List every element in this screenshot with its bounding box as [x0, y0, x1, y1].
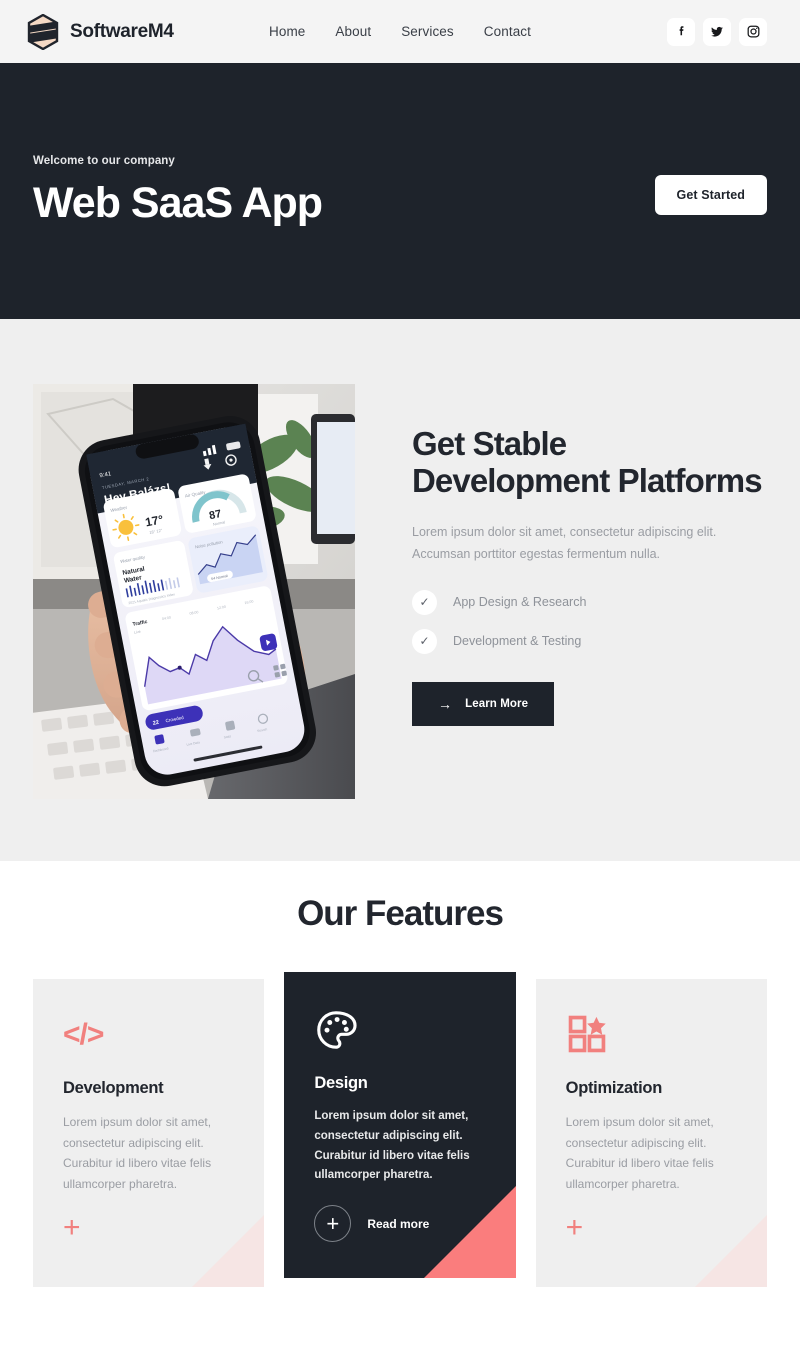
svg-text:87: 87 [208, 508, 222, 522]
about-photo: 9:41 TUESDAY, MARCH 2 Hey Balázs! Weathe… [33, 384, 355, 799]
nav-item-contact[interactable]: Contact [484, 24, 531, 39]
corner-decoration [694, 1215, 767, 1287]
checklist-item-label: Development & Testing [453, 634, 582, 649]
twitter-link[interactable] [703, 17, 731, 46]
facebook-link[interactable] [667, 17, 695, 46]
instagram-link[interactable] [739, 17, 767, 46]
check-icon: ✓ [412, 589, 437, 615]
corner-decoration [423, 1186, 516, 1278]
feature-card-title: Optimization [565, 1079, 663, 1097]
svg-text:22: 22 [152, 720, 159, 727]
feature-card-title: Design [314, 1074, 368, 1092]
instagram-icon [746, 24, 761, 39]
palette-icon [314, 1008, 485, 1052]
hero-copy: Welcome to our company Web SaaS App [33, 155, 655, 226]
checklist-item: ✓ App Design & Research [412, 589, 767, 615]
learn-more-label: Learn More [465, 697, 529, 710]
about-title: Get Stable Development Platforms [412, 425, 763, 499]
nav-item-home[interactable]: Home [269, 24, 305, 39]
features-title: Our Features [297, 894, 504, 933]
about-description: Lorem ipsum dolor sit amet, consectetur … [412, 524, 717, 561]
nav-item-about[interactable]: About [335, 24, 371, 39]
feature-card-text: Lorem ipsum dolor sit amet, consectetur … [565, 1115, 714, 1191]
social-links [667, 17, 767, 46]
plus-icon[interactable]: + [566, 1213, 584, 1243]
features-section: Our Features </> Development Lorem ipsum… [0, 861, 800, 1287]
hero-section: Welcome to our company Web SaaS App Get … [0, 63, 800, 319]
plus-icon[interactable]: + [63, 1213, 81, 1243]
brand-name: SoftwareM4 [70, 20, 174, 42]
read-more-label: Read more [367, 1216, 430, 1231]
plus-circle-icon: + [314, 1205, 352, 1242]
feature-cards: </> Development Lorem ipsum dolor sit am… [0, 972, 800, 1287]
checklist-item-label: App Design & Research [453, 595, 587, 610]
about-checklist: ✓ App Design & Research ✓ Development & … [412, 589, 767, 654]
read-more-button[interactable]: + Read more [314, 1205, 429, 1242]
get-started-button[interactable]: Get Started [654, 174, 767, 215]
about-copy: Get Stable Development Platforms Lorem i… [412, 384, 767, 726]
about-section: 9:41 TUESDAY, MARCH 2 Hey Balázs! Weathe… [0, 319, 800, 861]
learn-more-button[interactable]: → Learn More [412, 681, 555, 726]
hexagon-logo-icon [27, 13, 59, 50]
feature-card-design[interactable]: Design Lorem ipsum dolor sit amet, conse… [284, 972, 516, 1278]
arrow-right-icon: → [438, 695, 453, 712]
site-header: SoftwareM4 Home About Services Contact [0, 0, 800, 63]
feature-card-text: Lorem ipsum dolor sit amet, consectetur … [63, 1115, 212, 1191]
feature-card-text: Lorem ipsum dolor sit amet, consectetur … [314, 1110, 470, 1182]
feature-card-optimization[interactable]: Optimization Lorem ipsum dolor sit amet,… [535, 979, 767, 1287]
checklist-item: ✓ Development & Testing [412, 628, 767, 654]
facebook-icon [674, 24, 689, 39]
hero-title: Web SaaS App [33, 179, 323, 228]
corner-decoration [192, 1215, 265, 1287]
feature-card-title: Development [63, 1079, 164, 1097]
twitter-icon [709, 24, 725, 40]
nav-item-services[interactable]: Services [401, 24, 454, 39]
check-icon: ✓ [412, 628, 437, 654]
feature-card-development[interactable]: </> Development Lorem ipsum dolor sit am… [33, 979, 265, 1287]
main-nav: Home About Services Contact [269, 24, 531, 39]
hero-eyebrow: Welcome to our company [33, 155, 175, 168]
brand[interactable]: SoftwareM4 [27, 13, 174, 50]
code-brackets-icon: </> [63, 1018, 104, 1051]
grid-star-icon [566, 1013, 737, 1057]
